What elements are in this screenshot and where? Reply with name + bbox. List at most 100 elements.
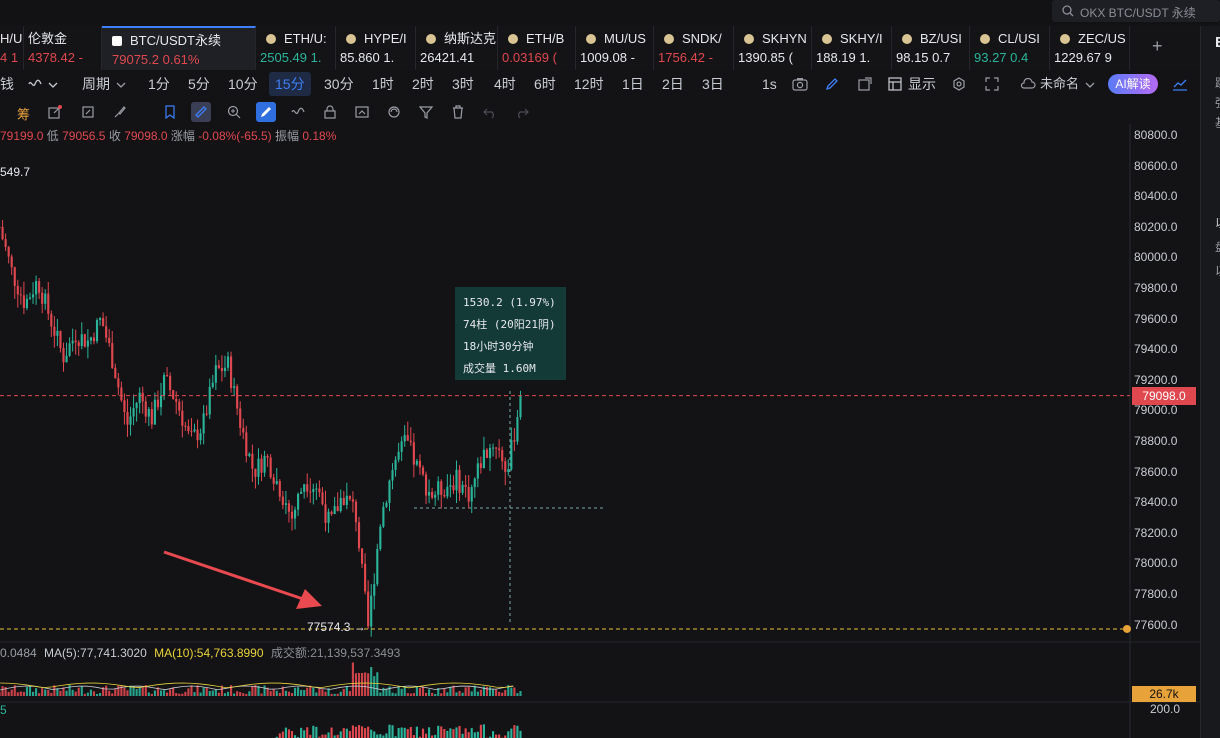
volume-bar — [336, 693, 339, 696]
symbol-tab[interactable]: SNDK/1756.42 - — [654, 26, 734, 70]
indicator-bar — [345, 728, 348, 738]
candle — [473, 477, 476, 498]
copy-icon[interactable] — [78, 102, 98, 122]
candle — [202, 404, 205, 445]
symbol-tab[interactable]: SKHYN 1390.85 ( — [734, 26, 812, 70]
toolbar-left-label[interactable]: 钱 — [0, 72, 14, 96]
edit-icon[interactable] — [45, 102, 65, 122]
filter-icon[interactable] — [416, 102, 436, 122]
candle — [28, 292, 32, 300]
volume-bar — [263, 685, 266, 696]
top-bar: OKX BTC/USDT 永续 — [0, 0, 1220, 24]
tab-symbol: SKHY/I — [812, 31, 891, 49]
layout-icon[interactable] — [888, 72, 902, 96]
candle — [22, 281, 25, 315]
add-tab-icon[interactable]: + — [1152, 36, 1163, 57]
display-button[interactable]: 显示 — [908, 72, 936, 96]
measure-bars: 74柱 (20阳21阴) — [463, 318, 556, 331]
cloud-icon[interactable] — [1020, 72, 1036, 96]
bookmark-icon[interactable] — [160, 102, 180, 122]
candle — [415, 458, 418, 467]
symbol-tab[interactable]: BZ/USI 98.15 0.7 — [892, 26, 970, 70]
symbol-tab[interactable]: ZEC/US 1229.67 9 — [1050, 26, 1130, 70]
period-option[interactable]: 2时 — [412, 72, 434, 96]
indicator-bar — [446, 730, 449, 738]
ma10-value: MA(10):54,763.8990 — [154, 646, 264, 660]
chevron-down-icon[interactable] — [1085, 72, 1095, 96]
indicator-icon[interactable] — [28, 72, 42, 96]
chevron-down-icon[interactable] — [48, 72, 58, 96]
gear-icon[interactable] — [952, 72, 966, 96]
pencil-icon[interactable] — [825, 72, 839, 96]
search-input[interactable]: OKX BTC/USDT 永续 — [1052, 0, 1220, 22]
tab-symbol: CL/USI — [970, 31, 1049, 49]
magnet-icon[interactable] — [384, 102, 404, 122]
period-option[interactable]: 3时 — [452, 72, 474, 96]
tab-price: 79075.2 0.61% — [112, 52, 200, 67]
candle — [35, 275, 38, 305]
symbol-tab[interactable]: BTC/USDT永续 79075.2 0.61% — [102, 26, 256, 70]
volume-bar — [226, 691, 230, 696]
symbol-tab[interactable]: MU/US 1009.08 - — [576, 26, 654, 70]
candle — [467, 475, 470, 509]
period-option[interactable]: 12时 — [574, 72, 604, 96]
ruler-icon[interactable] — [191, 102, 211, 122]
candle — [275, 468, 278, 486]
period-option[interactable]: 1时 — [372, 72, 394, 96]
note-icon[interactable] — [352, 102, 372, 122]
pattern-icon[interactable] — [288, 102, 308, 122]
period-option[interactable]: 6时 — [534, 72, 556, 96]
symbol-tab[interactable]: SKHY/I 188.19 1. — [812, 26, 892, 70]
pen-tool-icon[interactable] — [256, 102, 276, 122]
candle — [348, 495, 351, 502]
indicator-bar — [507, 731, 510, 738]
zoom-in-icon[interactable] — [224, 102, 244, 122]
period-label[interactable]: 周期 — [82, 72, 110, 96]
layout-name[interactable]: 未命名 — [1040, 72, 1079, 96]
period-option[interactable]: 30分 — [324, 72, 354, 96]
tab-symbol: HYPE/I — [336, 31, 415, 49]
candle — [440, 479, 443, 509]
period-option[interactable]: 2日 — [662, 72, 684, 96]
redo-icon[interactable] — [512, 102, 532, 122]
period-option[interactable]: 1日 — [622, 72, 644, 96]
period-option[interactable]: 4时 — [494, 72, 516, 96]
candle — [318, 480, 321, 498]
volume-bar — [187, 688, 190, 696]
volume-bar — [297, 687, 300, 696]
trend-icon[interactable] — [1172, 72, 1188, 96]
sub-indicator-scale: 200.0 — [1150, 702, 1181, 716]
chip-distribution-button[interactable]: 筹 — [17, 104, 30, 123]
brush-icon[interactable] — [110, 102, 130, 122]
external-window-icon[interactable] — [858, 72, 872, 96]
symbol-tab[interactable]: HYPE/I 85.860 1. — [336, 26, 416, 70]
period-option[interactable]: 5分 — [188, 72, 210, 96]
candle — [25, 294, 29, 311]
symbol-tab[interactable]: ETH/U: 2505.49 1. — [256, 26, 336, 70]
replay-speed[interactable]: 1s — [762, 72, 777, 96]
symbol-tab[interactable]: CL/USI 93.27 0.4 — [970, 26, 1050, 70]
volume-bar — [65, 690, 68, 696]
indicator-bar — [510, 728, 513, 738]
period-option[interactable]: 3日 — [702, 72, 724, 96]
undo-icon[interactable] — [480, 102, 500, 122]
volume-bar — [513, 687, 516, 696]
trash-icon[interactable] — [448, 102, 468, 122]
period-option[interactable]: 15分 — [269, 72, 311, 96]
indicator-bar — [354, 726, 358, 738]
symbol-tab[interactable]: 伦敦金 4378.42 - — [24, 26, 102, 70]
period-option[interactable]: 1分 — [148, 72, 170, 96]
symbol-tab[interactable]: H/US 4 1 — [0, 26, 24, 70]
symbol-tab[interactable]: 纳斯达克... 26421.41 — [416, 26, 498, 70]
line-handle[interactable] — [1123, 624, 1131, 633]
ai-analysis-button[interactable]: AI解读 — [1108, 74, 1158, 94]
camera-icon[interactable] — [792, 72, 808, 96]
lock-icon[interactable] — [320, 102, 340, 122]
chevron-down-icon[interactable] — [116, 72, 126, 96]
annotation-arrow[interactable] — [163, 550, 313, 604]
candle — [102, 312, 105, 327]
tab-symbol: ETH/B — [498, 31, 575, 49]
period-option[interactable]: 10分 — [228, 72, 258, 96]
fullscreen-icon[interactable] — [985, 72, 999, 96]
symbol-tab[interactable]: ETH/B 0.03169 ( — [498, 26, 576, 70]
